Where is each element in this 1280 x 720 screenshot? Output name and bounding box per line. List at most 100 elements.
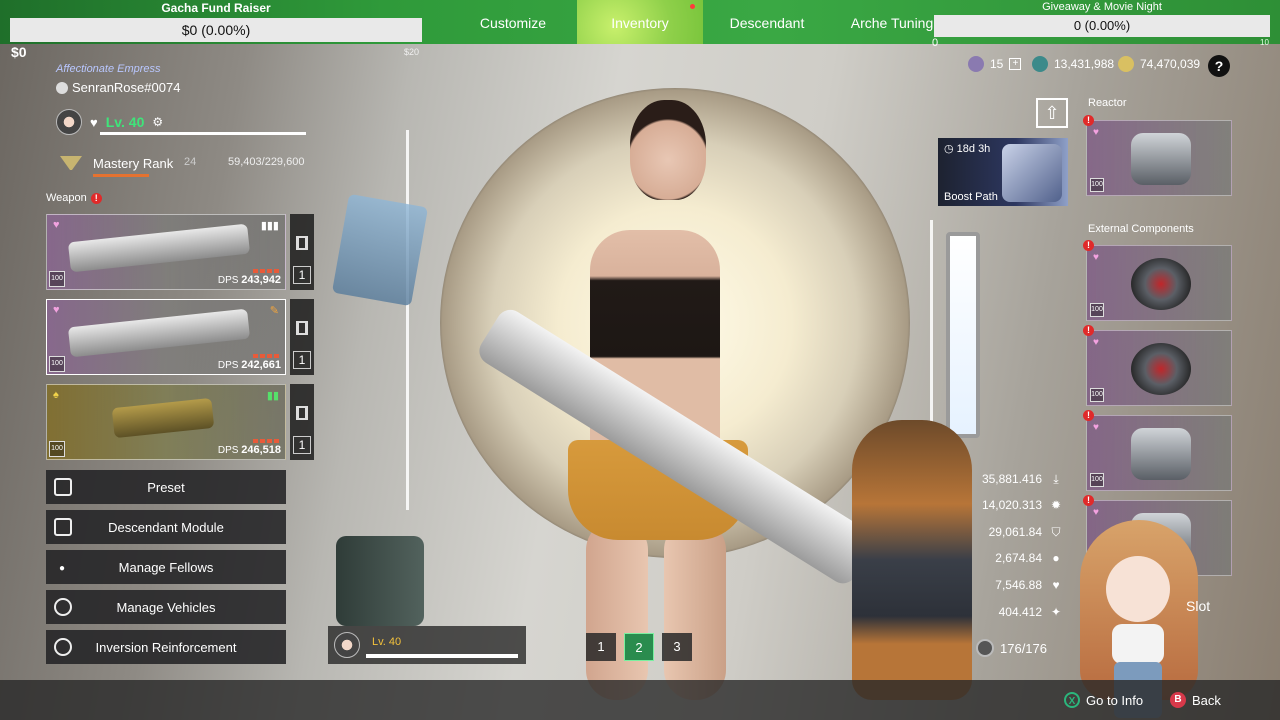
module-slot-number: 1 [293, 436, 311, 454]
heart-icon: ♥ [1093, 422, 1099, 433]
tab-descendant[interactable]: Descendant [722, 0, 812, 44]
currency-3-value: 74,470,039 [1140, 57, 1201, 71]
weapon-level-badge: 100 [49, 441, 65, 457]
stat-row-5: 7,546.88 ♥ [960, 574, 1066, 596]
weapon-module-slot-1[interactable]: 1 [290, 214, 314, 290]
character-level-mini: Lv. 40 [328, 626, 526, 664]
module-chip-icon [296, 406, 308, 420]
boost-timer: ◷ 18d 3h [944, 143, 991, 155]
preset-selector: 1 2 3 [586, 633, 692, 661]
back-label: Back [1192, 692, 1221, 708]
weapon-level-badge: 100 [49, 356, 65, 372]
rifle-image [67, 308, 251, 358]
rarity-dots [253, 354, 279, 358]
reactor-level-badge: 100 [1090, 178, 1104, 192]
tab-arche-tuning[interactable]: Arche Tuning [846, 0, 938, 44]
tab-inventory[interactable]: Inventory [577, 0, 703, 44]
emblem-icon: ♥ [90, 114, 98, 130]
descendant-module-button[interactable]: Descendant Module [46, 510, 286, 544]
weapon-slot-2[interactable]: ♥ ✎ 100 DPS 242,661 [46, 299, 286, 375]
mastery-rank-value: 24 [184, 156, 197, 168]
sparkle-icon: ✦ [1050, 605, 1062, 619]
manage-vehicles-button[interactable]: Manage Vehicles [46, 590, 286, 624]
weapon-module-slot-2[interactable]: 1 [290, 299, 314, 375]
bag-icon [976, 639, 994, 657]
external-component-slot-3[interactable]: ! ♥ 100 [1083, 410, 1232, 491]
component-level-badge: 100 [1090, 388, 1104, 402]
back-hint[interactable]: B Back [1170, 692, 1221, 708]
stat-row-1: 35,881.416 ⤓ [960, 468, 1066, 490]
module-slot-number: 1 [293, 266, 311, 284]
help-button[interactable]: ? [1208, 55, 1230, 77]
profile-name-row[interactable]: SenranRose#0074 [56, 80, 180, 95]
module-icon [54, 518, 72, 536]
manage-fellows-button[interactable]: Manage Fellows [46, 550, 286, 584]
descendant-module-label: Descendant Module [108, 519, 224, 535]
door-light [946, 232, 980, 438]
currency-3: 74,470,039 [1118, 56, 1200, 72]
ammo-icon: ▮▮ [266, 390, 279, 402]
crystal-icon [968, 56, 984, 72]
mastery-points: 59,403/229,600 [228, 156, 305, 168]
component-image [1131, 258, 1191, 310]
component-image [1131, 343, 1191, 395]
external-components-label: External Components [1088, 223, 1194, 235]
component-level-badge: 100 [1090, 473, 1104, 487]
component-image [1131, 428, 1191, 480]
boost-name: Boost Path [944, 191, 998, 203]
currency-2: 13,431,988 [1032, 56, 1114, 72]
revolver-image [111, 397, 215, 439]
preset-2-button[interactable]: 2 [624, 633, 654, 661]
weapon-section-header: Weapon ! [46, 192, 102, 204]
boost-path-card[interactable]: ◷ 18d 3h Boost Path [938, 138, 1068, 206]
stat-value: 29,061.84 [988, 525, 1042, 539]
weapon-slot-3[interactable]: ♠ ▮▮ 100 DPS 246,518 [46, 384, 286, 460]
inversion-reinforcement-button[interactable]: Inversion Reinforcement [46, 630, 286, 664]
platform-icon [56, 81, 68, 94]
plus-icon[interactable]: + [1009, 58, 1022, 70]
character-head [630, 100, 706, 200]
reactor-slot[interactable]: ! ♥ 100 [1083, 115, 1232, 196]
external-component-slot-2[interactable]: ! ♥ 100 [1083, 325, 1232, 406]
rarity-dots [253, 439, 279, 443]
weapon-module-slot-3[interactable]: 1 [290, 384, 314, 460]
warning-icon: ! [1083, 115, 1094, 126]
boost-art [1002, 144, 1062, 202]
currency-1-value: 15 [990, 57, 1004, 71]
mini-level-text: Lv. 40 [372, 636, 402, 648]
fund-left-title: Gacha Fund Raiser [161, 1, 271, 15]
avatar [334, 632, 360, 658]
weapon-dps: DPS 243,942 [217, 274, 281, 286]
go-to-info-hint[interactable]: X Go to Info [1064, 692, 1143, 708]
stat-value: 404.412 [998, 605, 1042, 619]
inventory-count: 176/176 [976, 636, 1068, 660]
module-chip-icon [296, 236, 308, 250]
preset-1-button[interactable]: 1 [586, 633, 616, 661]
currency-1: 15 + [968, 56, 1022, 72]
heart-icon: ♥ [53, 219, 60, 231]
preset-label: Preset [147, 479, 185, 495]
preset-button[interactable]: Preset [46, 470, 286, 504]
avatar [56, 109, 82, 135]
external-component-slot-1[interactable]: ! ♥ 100 [1083, 240, 1232, 321]
fund-right-bar: 0 (0.00%) [934, 15, 1270, 37]
floor-tank [336, 536, 424, 626]
shield-icon: ⛉ [1051, 525, 1061, 539]
preset-3-button[interactable]: 3 [662, 633, 692, 661]
gear-icon: ✹ [1050, 498, 1062, 512]
weapon-dps: DPS 242,661 [217, 359, 281, 371]
x-button-icon: X [1064, 692, 1080, 708]
heart-icon: ♥ [1093, 252, 1099, 263]
tab-customize[interactable]: Customize [470, 0, 556, 44]
notification-dot [690, 4, 695, 9]
slot-label: Slot [1186, 598, 1211, 614]
fund-right-title: Giveaway & Movie Night [1042, 1, 1162, 13]
stat-row-2: 14,020.313 ✹ [960, 494, 1066, 516]
reactor-label: Reactor [1088, 97, 1127, 109]
stat-value: 2,674.84 [995, 551, 1042, 565]
weapon-slot-1[interactable]: ♥ ▮▮▮ 100 DPS 243,942 [46, 214, 286, 290]
reinforcement-icon [54, 638, 72, 656]
upgrade-arrow-icon[interactable]: ⇧ [1036, 98, 1068, 128]
mastery-chevron-icon [60, 156, 82, 172]
heart-icon: ♥ [1093, 337, 1099, 348]
